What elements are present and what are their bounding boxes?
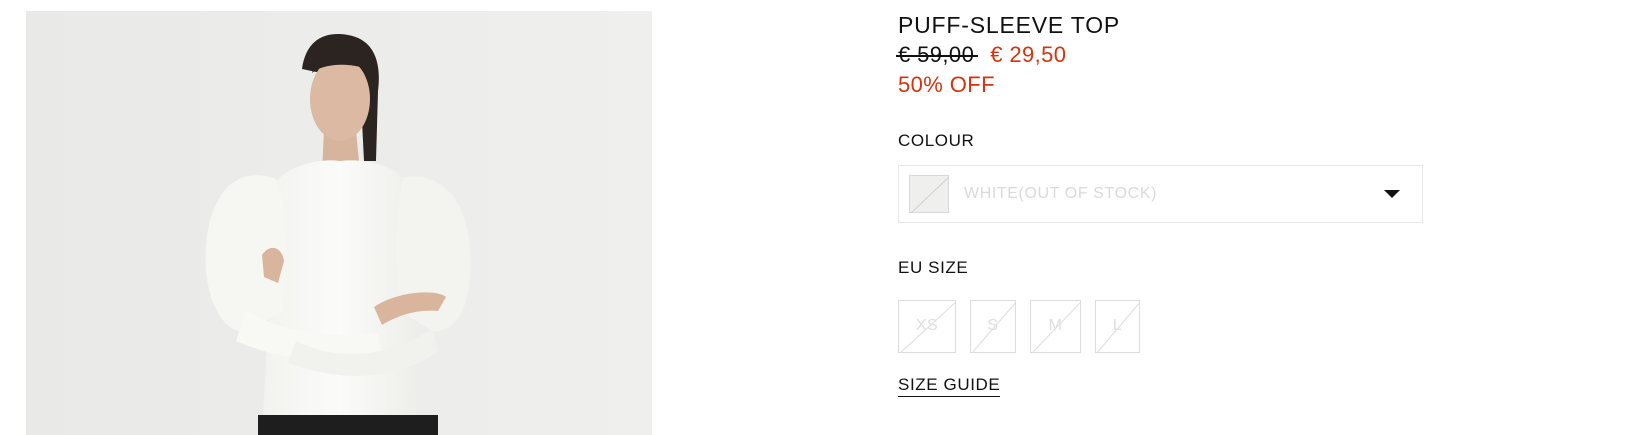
size-options: XS S M L: [898, 300, 1298, 353]
out-of-stock-slash-icon: [911, 177, 948, 212]
size-label: EU SIZE: [898, 258, 969, 277]
colour-swatch: [909, 175, 949, 213]
size-option-label: XS: [915, 317, 939, 334]
size-option-xs[interactable]: XS: [898, 300, 956, 353]
size-guide-link[interactable]: SIZE GUIDE: [898, 375, 1001, 397]
colour-selected-value: WHITE(OUT OF STOCK): [964, 185, 1158, 202]
colour-select[interactable]: WHITE(OUT OF STOCK): [898, 165, 1423, 223]
size-option-label: L: [1112, 317, 1123, 334]
size-option-label: M: [1048, 317, 1063, 334]
original-price: € 59,00: [898, 42, 975, 67]
chevron-down-icon: [1384, 190, 1400, 198]
size-option-m[interactable]: M: [1030, 300, 1081, 353]
colour-label: COLOUR: [898, 131, 975, 150]
product-title: PUFF-SLEEVE TOP: [898, 12, 1121, 38]
product-page: PUFF-SLEEVE TOP € 59,00 € 29,50 50% OFF C…: [0, 0, 1648, 435]
product-photo: [26, 11, 652, 435]
size-option-label: S: [987, 317, 999, 334]
size-option-l[interactable]: L: [1095, 300, 1140, 353]
sale-price: € 29,50: [990, 42, 1067, 67]
discount-badge: 50% OFF: [898, 72, 995, 97]
price-row: € 59,00 € 29,50: [898, 42, 1066, 68]
size-option-s[interactable]: S: [970, 300, 1016, 353]
product-image[interactable]: [26, 11, 652, 435]
